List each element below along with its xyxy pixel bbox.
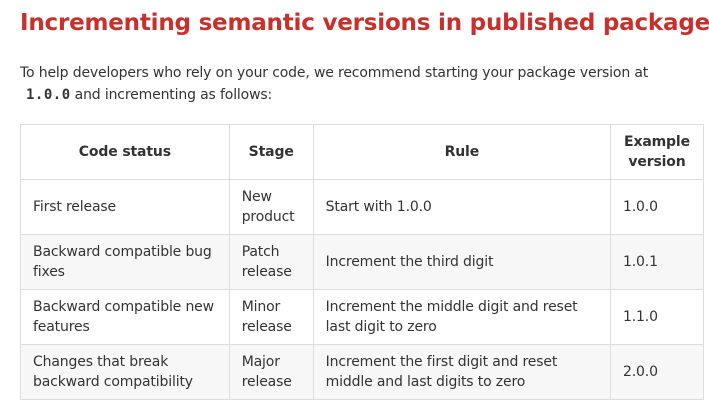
table-header: Code status Stage Rule Example version xyxy=(20,124,705,180)
cell-rule: Start with 1.0.0 xyxy=(312,179,611,235)
cell-code-status: Backward compatible new features xyxy=(20,289,230,345)
header-example-version: Example version xyxy=(609,124,705,180)
page-title: Incrementing semantic versions in publis… xyxy=(20,10,709,36)
page: Incrementing semantic versions in publis… xyxy=(0,0,709,412)
cell-example-version: 2.0.0 xyxy=(609,344,705,400)
table-row: First release New product Start with 1.0… xyxy=(20,179,705,235)
cell-code-status: First release xyxy=(20,179,230,235)
cell-rule: Increment the middle digit and reset las… xyxy=(312,289,611,345)
intro-paragraph: To help developers who rely on your code… xyxy=(20,62,705,106)
cell-code-status: Changes that break backward compatibilit… xyxy=(20,344,230,400)
header-rule: Rule xyxy=(312,124,611,180)
intro-code-version: 1.0.0 xyxy=(26,87,71,103)
cell-example-version: 1.0.1 xyxy=(609,234,705,290)
intro-text-after: and incrementing as follows: xyxy=(74,87,273,103)
cell-stage: Major release xyxy=(228,344,314,400)
table-row: Backward compatible new features Minor r… xyxy=(20,289,705,345)
cell-rule: Increment the first digit and reset midd… xyxy=(312,344,611,400)
semver-table: Code status Stage Rule Example version F… xyxy=(20,124,705,400)
cell-example-version: 1.1.0 xyxy=(609,289,705,345)
cell-stage: New product xyxy=(228,179,314,235)
header-row: Code status Stage Rule Example version xyxy=(20,124,705,180)
table-row: Backward compatible bug fixes Patch rele… xyxy=(20,234,705,290)
header-code-status: Code status xyxy=(20,124,230,180)
table-body: First release New product Start with 1.0… xyxy=(20,179,705,400)
intro-text-before: To help developers who rely on your code… xyxy=(20,65,649,81)
cell-stage: Patch release xyxy=(228,234,314,290)
table-row: Changes that break backward compatibilit… xyxy=(20,344,705,400)
header-stage: Stage xyxy=(228,124,314,180)
cell-stage: Minor release xyxy=(228,289,314,345)
cell-code-status: Backward compatible bug fixes xyxy=(20,234,230,290)
cell-rule: Increment the third digit xyxy=(312,234,611,290)
cell-example-version: 1.0.0 xyxy=(609,179,705,235)
